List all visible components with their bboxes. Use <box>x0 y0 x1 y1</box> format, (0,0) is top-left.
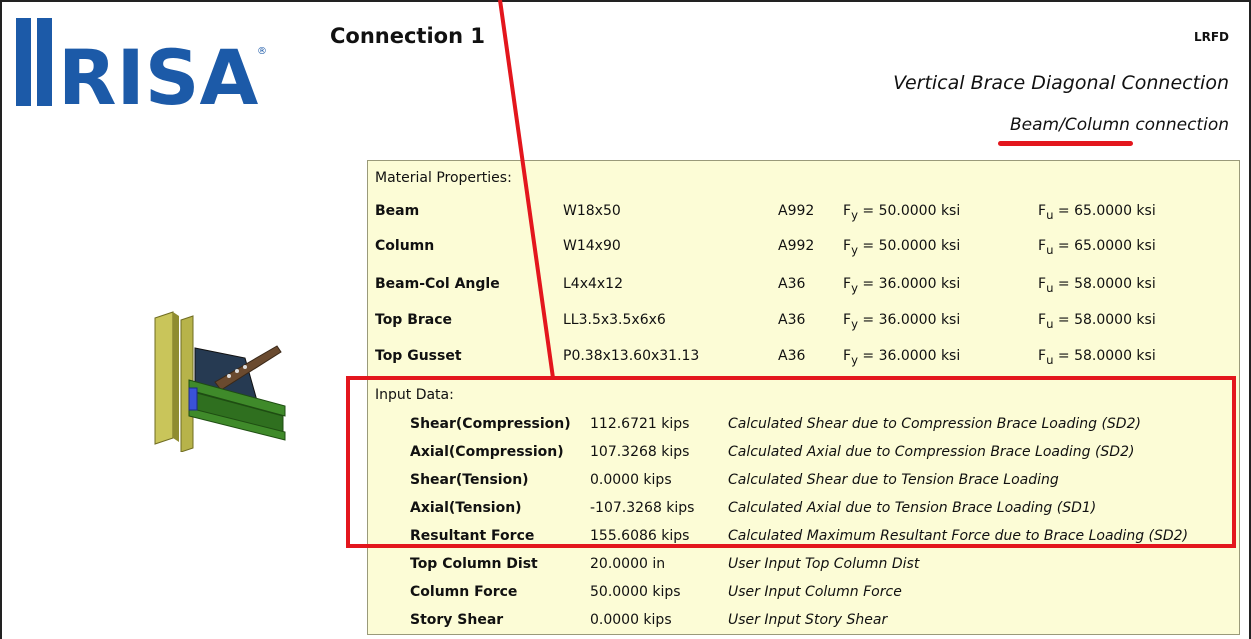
input-name: Shear(Tension) <box>410 472 529 488</box>
input-name: Shear(Compression) <box>410 416 571 432</box>
material-shape: P0.38x13.60x31.13 <box>563 348 700 364</box>
input-row: Top Column Dist 20.0000 in User Input To… <box>368 554 1241 580</box>
connection-data-panel: Material Properties: Beam W18x50 A992 Fy… <box>367 160 1240 635</box>
material-name: Top Gusset <box>375 348 462 364</box>
yield-strength: Fy = 36.0000 ksi <box>843 276 961 295</box>
material-shape: W14x90 <box>563 238 621 254</box>
material-name: Column <box>375 238 435 254</box>
input-description: Calculated Axial due to Tension Brace Lo… <box>728 500 1097 516</box>
ultimate-strength: Fu = 58.0000 ksi <box>1038 312 1156 331</box>
input-description: Calculated Shear due to Tension Brace Lo… <box>728 472 1059 488</box>
connection-3d-model <box>154 311 286 452</box>
input-row: Column Force 50.0000 kips User Input Col… <box>368 582 1241 608</box>
page-border-top <box>0 0 1251 2</box>
yield-strength: Fy = 50.0000 ksi <box>843 203 961 222</box>
input-value: 50.0000 kips <box>590 584 681 600</box>
material-properties-label: Material Properties: <box>375 170 512 186</box>
input-name: Resultant Force <box>410 528 535 544</box>
yield-strength: Fy = 36.0000 ksi <box>843 348 961 367</box>
ultimate-strength: Fu = 58.0000 ksi <box>1038 348 1156 367</box>
input-description: User Input Column Force <box>728 584 902 600</box>
input-description: Calculated Axial due to Compression Brac… <box>728 444 1135 460</box>
material-name: Beam-Col Angle <box>375 276 500 292</box>
material-name: Beam <box>375 203 420 219</box>
material-grade: A36 <box>778 348 806 364</box>
input-name: Axial(Tension) <box>410 500 522 516</box>
material-row: Column W14x90 A992 Fy = 50.0000 ksi Fu =… <box>368 236 1241 272</box>
input-description: Calculated Maximum Resultant Force due t… <box>728 528 1189 544</box>
page-border-left <box>0 0 2 639</box>
material-name: Top Brace <box>375 312 453 328</box>
material-shape: L4x4x12 <box>563 276 623 292</box>
input-row: Story Shear 0.0000 kips User Input Story… <box>368 610 1241 636</box>
yield-strength: Fy = 50.0000 ksi <box>843 238 961 257</box>
material-row: Top Brace LL3.5x3.5x6x6 A36 Fy = 36.0000… <box>368 310 1241 346</box>
input-value: 155.6086 kips <box>590 528 690 544</box>
input-row: Axial(Tension) -107.3268 kips Calculated… <box>368 498 1241 524</box>
input-name: Axial(Compression) <box>410 444 564 460</box>
input-value: 107.3268 kips <box>590 444 690 460</box>
input-row: Shear(Tension) 0.0000 kips Calculated Sh… <box>368 470 1241 496</box>
input-description: User Input Story Shear <box>728 612 888 628</box>
design-code: LRFD <box>1193 30 1229 44</box>
annotation-underline <box>998 141 1133 146</box>
material-shape: LL3.5x3.5x6x6 <box>563 312 666 328</box>
material-grade: A36 <box>778 312 806 328</box>
input-value: -107.3268 kips <box>590 500 695 516</box>
material-row: Top Gusset P0.38x13.60x31.13 A36 Fy = 36… <box>368 346 1241 382</box>
material-shape: W18x50 <box>563 203 621 219</box>
input-value: 112.6721 kips <box>590 416 690 432</box>
input-value: 0.0000 kips <box>590 612 672 628</box>
input-name: Top Column Dist <box>410 556 538 572</box>
input-description: User Input Top Column Dist <box>728 556 920 572</box>
input-value: 20.0000 in <box>590 556 666 572</box>
ultimate-strength: Fu = 65.0000 ksi <box>1038 238 1156 257</box>
input-name: Story Shear <box>410 612 504 628</box>
connection-title: Connection 1 <box>330 24 485 48</box>
registered-mark: ® <box>257 46 267 57</box>
ultimate-strength: Fu = 65.0000 ksi <box>1038 203 1156 222</box>
logo-text: RISA <box>58 33 259 116</box>
input-row: Axial(Compression) 107.3268 kips Calcula… <box>368 442 1241 468</box>
ultimate-strength: Fu = 58.0000 ksi <box>1038 276 1156 295</box>
material-grade: A992 <box>778 203 815 219</box>
risa-logo: RISA ® <box>16 18 267 116</box>
input-name: Column Force <box>410 584 518 600</box>
input-description: Calculated Shear due to Compression Brac… <box>728 416 1141 432</box>
material-grade: A36 <box>778 276 806 292</box>
material-row: Beam W18x50 A992 Fy = 50.0000 ksi Fu = 6… <box>368 201 1241 237</box>
input-row: Resultant Force 155.6086 kips Calculated… <box>368 526 1241 552</box>
input-row: Shear(Compression) 112.6721 kips Calcula… <box>368 414 1241 440</box>
input-value: 0.0000 kips <box>590 472 672 488</box>
connection-subtype: Beam/Column connection <box>1010 115 1229 135</box>
input-data-label: Input Data: <box>375 387 454 403</box>
material-grade: A992 <box>778 238 815 254</box>
yield-strength: Fy = 36.0000 ksi <box>843 312 961 331</box>
material-row: Beam-Col Angle L4x4x12 A36 Fy = 36.0000 … <box>368 274 1241 310</box>
connection-type: Vertical Brace Diagonal Connection <box>893 72 1229 94</box>
